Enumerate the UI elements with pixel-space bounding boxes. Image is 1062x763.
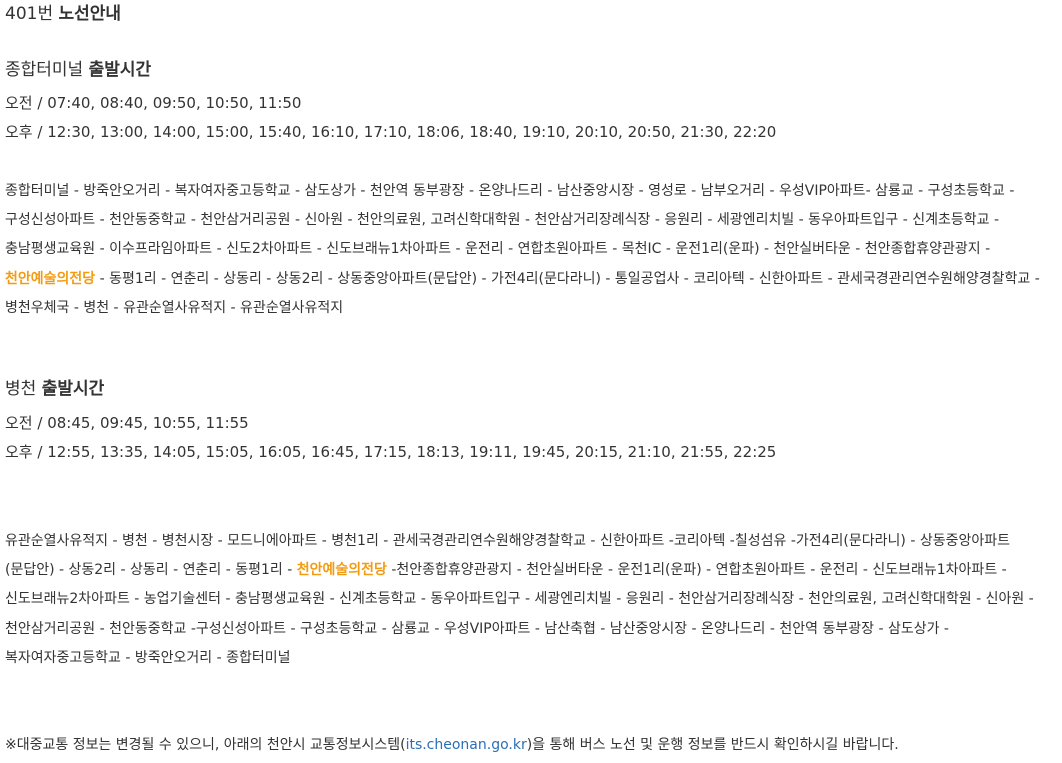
- am-times: 오전 / 08:45, 09:45, 10:55, 11:55: [5, 414, 249, 432]
- section-heading-terminal: 종합터미널 출발시간: [5, 59, 151, 81]
- route-stops-terminal: 종합터미널 - 방죽안오거리 - 복자여자중고등학교 - 삼도상가 - 천안역 …: [5, 177, 1055, 323]
- timetable-byeongcheon: 오전 / 08:45, 09:45, 10:55, 11:55 오후 / 12:…: [5, 409, 776, 467]
- section-place: 병천: [5, 379, 37, 399]
- am-times: 오전 / 07:40, 08:40, 09:50, 10:50, 11:50: [5, 94, 302, 112]
- route-stops-byeongcheon: 유관순열사유적지 - 병천 - 병천시장 - 모드니에아파트 - 병천1리 - …: [5, 527, 1055, 673]
- highlighted-stop: 천안예술의전당: [296, 562, 387, 579]
- pm-times: 오후 / 12:55, 13:35, 14:05, 15:05, 16:05, …: [5, 443, 777, 461]
- its-link[interactable]: its.cheonan.go.kr: [406, 737, 527, 753]
- pm-times: 오후 / 12:30, 13:00, 14:00, 15:00, 15:40, …: [5, 123, 777, 141]
- route-stops-after: - 동평1리 - 연춘리 - 상동리 - 상동2리 - 상동중앙아파트(문답안)…: [5, 270, 1040, 316]
- highlighted-stop: 천안예술의전당: [5, 270, 96, 287]
- route-stops-before: 종합터미널 - 방죽안오거리 - 복자여자중고등학교 - 삼도상가 - 천안역 …: [5, 183, 1015, 258]
- notice-before: ※대중교통 정보는 변경될 수 있으니, 아래의 천안시 교통정보시스템(: [5, 737, 406, 753]
- notice-after: )을 통해 버스 노선 및 운행 정보를 반드시 확인하시길 바랍니다.: [526, 737, 899, 753]
- notice-text: ※대중교통 정보는 변경될 수 있으니, 아래의 천안시 교통정보시스템(its…: [5, 734, 899, 756]
- page-title: 401번 노선안내: [5, 3, 121, 25]
- section-place: 종합터미널: [5, 60, 84, 80]
- section-heading-bold: 출발시간: [41, 379, 105, 399]
- route-number: 401번: [5, 4, 54, 24]
- section-heading-byeongcheon: 병천 출발시간: [5, 378, 104, 400]
- section-heading-bold: 출발시간: [88, 60, 152, 80]
- timetable-terminal: 오전 / 07:40, 08:40, 09:50, 10:50, 11:50 오…: [5, 89, 776, 147]
- route-title-label: 노선안내: [58, 4, 122, 24]
